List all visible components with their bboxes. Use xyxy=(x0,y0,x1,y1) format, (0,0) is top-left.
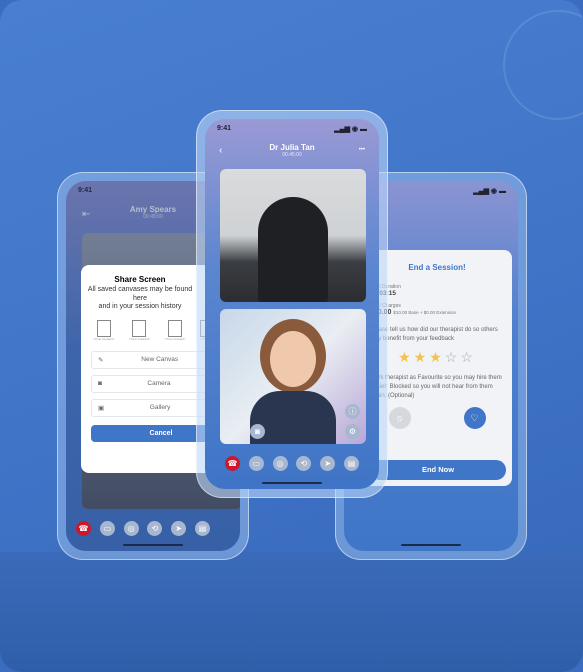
file-icon xyxy=(96,319,111,337)
share-button[interactable]: ➤ xyxy=(320,456,336,471)
therapist-name: Dr Julia Tan xyxy=(269,143,315,152)
remote-video xyxy=(220,169,366,302)
video-button[interactable]: ▭ xyxy=(99,521,115,536)
block-icon: ⦸ xyxy=(396,413,403,423)
hang-up-button[interactable]: ☎ xyxy=(76,521,91,536)
mute-button[interactable]: ◎ xyxy=(272,456,288,471)
call-timer: 00:45:00 xyxy=(282,152,302,158)
switch-camera-button[interactable]: ⟲ xyxy=(296,456,312,471)
canvas-button[interactable]: ▤ xyxy=(343,456,359,471)
info-button[interactable]: ⓘ xyxy=(345,404,360,419)
block-button[interactable]: ⦸ xyxy=(388,407,411,429)
remote-person xyxy=(258,197,328,302)
heart-icon: ♡ xyxy=(470,413,479,423)
file-icon xyxy=(167,319,182,337)
local-video: ⓘ ⚙ ◙ xyxy=(220,309,366,444)
hang-up-button[interactable]: ☎ xyxy=(225,456,240,471)
favourite-button[interactable]: ♡ xyxy=(463,407,486,429)
end-now-button[interactable]: End Now xyxy=(370,460,506,480)
video-button[interactable]: ▭ xyxy=(248,456,264,471)
canvas-file[interactable]: <Time Created> xyxy=(93,319,115,341)
camera-button[interactable]: ◙ xyxy=(250,424,265,439)
status-time: 9:41 xyxy=(217,125,232,132)
file-icon xyxy=(132,319,147,337)
switch-camera-button[interactable]: ⟲ xyxy=(147,521,163,536)
canvas-file[interactable]: <Time Created> xyxy=(129,319,150,341)
settings-button[interactable]: ⚙ xyxy=(345,424,360,439)
canvas-button[interactable]: ▤ xyxy=(194,521,210,536)
share-button[interactable]: ➤ xyxy=(171,521,187,536)
canvas-file[interactable]: <Time Created> xyxy=(164,319,186,341)
mute-button[interactable]: ◎ xyxy=(123,521,139,536)
middle-phone: 9:41 ▂▄▆ ◉ ▬ ‹ ••• Dr Julia Tan 00:45:00 ⓘ… xyxy=(196,110,388,498)
planet-decoration xyxy=(503,10,583,120)
floor-decoration xyxy=(0,552,583,672)
charges-detail: $10.00 Base + $0.00 Extension xyxy=(393,310,457,315)
